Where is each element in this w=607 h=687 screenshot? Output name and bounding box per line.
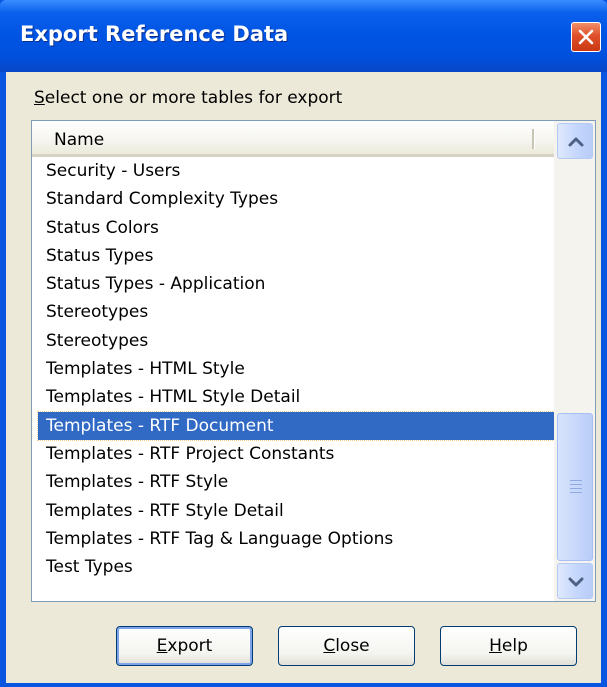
chevron-up-icon <box>568 137 584 147</box>
help-mnemonic: H <box>489 636 502 656</box>
list-item[interactable]: Status Colors <box>32 214 554 242</box>
scroll-up-button[interactable] <box>557 123 593 159</box>
title-bar[interactable]: Export Reference Data <box>0 0 607 72</box>
prompt-text: elect one or more tables for export <box>44 88 343 108</box>
list-item[interactable]: Templates - RTF Style Detail <box>32 497 554 525</box>
close-button[interactable]: Close <box>278 626 415 666</box>
list-header: Name <box>32 121 554 157</box>
list-item[interactable]: Templates - RTF Tag & Language Options <box>32 525 554 553</box>
thumb-grip <box>570 480 582 481</box>
close-x-icon <box>578 29 594 45</box>
list-item[interactable]: Stereotypes <box>32 298 554 326</box>
export-button[interactable]: Export <box>116 626 253 666</box>
scroll-thumb[interactable] <box>557 413 593 561</box>
list-item[interactable]: Stereotypes <box>32 327 554 355</box>
vertical-scrollbar[interactable] <box>554 121 595 601</box>
list-item-selected[interactable]: Templates - RTF Document <box>37 410 555 441</box>
list-item[interactable]: Templates - HTML Style Detail <box>32 383 554 411</box>
list-item[interactable]: Security - Users <box>32 157 554 185</box>
thumb-grip <box>570 492 582 493</box>
dialog-content: Select one or more tables for export Nam… <box>6 72 601 683</box>
list-item[interactable]: Templates - RTF Style <box>32 468 554 496</box>
column-header-name[interactable]: Name <box>54 130 104 150</box>
help-label: elp <box>501 636 528 656</box>
thumb-grip <box>570 488 582 489</box>
column-divider[interactable] <box>532 129 535 149</box>
close-window-button[interactable] <box>571 22 601 52</box>
help-button[interactable]: Help <box>440 626 577 666</box>
export-label: xport <box>167 636 213 656</box>
prompt-mnemonic: S <box>34 88 45 108</box>
window-title: Export Reference Data <box>20 22 289 46</box>
list-item[interactable]: Templates - RTF Project Constants <box>32 440 554 468</box>
close-label: lose <box>335 636 370 656</box>
list-item[interactable]: Templates - HTML Style <box>32 355 554 383</box>
thumb-grip <box>570 484 582 485</box>
list-item[interactable]: Test Types <box>32 553 554 581</box>
table-select-prompt: Select one or more tables for export <box>34 88 342 108</box>
list-item[interactable]: Standard Complexity Types <box>32 185 554 213</box>
list-rows: Security - Users Standard Complexity Type… <box>32 157 555 581</box>
list-item[interactable]: Status Types - Application <box>32 270 554 298</box>
close-mnemonic: C <box>323 636 336 656</box>
export-mnemonic: E <box>156 636 168 656</box>
export-reference-data-dialog: Export Reference Data Select one or more… <box>0 0 607 687</box>
chevron-down-icon <box>568 577 584 587</box>
scroll-down-button[interactable] <box>557 563 593 599</box>
tables-listbox[interactable]: Name Security - Users Standard Complexity… <box>31 120 596 602</box>
list-item[interactable]: Status Types <box>32 242 554 270</box>
